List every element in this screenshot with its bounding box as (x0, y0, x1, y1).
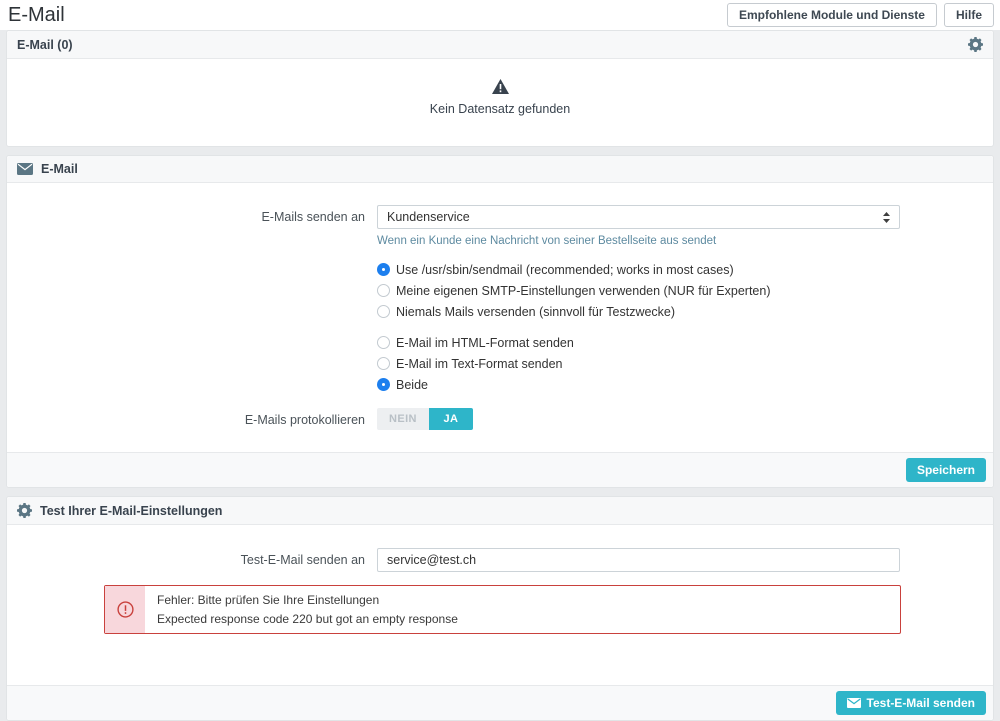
test-recipient-input[interactable] (377, 548, 900, 572)
error-line-2: Expected response code 220 but got an em… (157, 611, 458, 626)
radio-text-format[interactable]: E-Mail im Text-Format senden (377, 353, 900, 374)
error-line-1: Fehler: Bitte prüfen Sie Ihre Einstellun… (157, 593, 380, 607)
radio-label: Beide (396, 377, 428, 392)
sender-helper-text: Wenn ein Kunde eine Nachricht von seiner… (377, 235, 717, 247)
radio-label: Meine eigenen SMTP-Einstellungen verwend… (396, 283, 771, 298)
email-settings-footer: Speichern (7, 452, 993, 487)
radio-dot (377, 336, 390, 349)
radio-dot (377, 263, 390, 276)
test-settings-panel-header: Test Ihrer E-Mail-Einstellungen (7, 497, 993, 525)
recommended-modules-button[interactable]: Empfohlene Module und Dienste (726, 3, 937, 27)
radio-dot (377, 284, 390, 297)
sender-label: E-Mails senden an (261, 210, 365, 224)
radio-both-formats[interactable]: Beide (377, 374, 900, 395)
test-settings-panel-title: Test Ihrer E-Mail-Einstellungen (40, 503, 223, 518)
sender-select[interactable]: Kundenservice (377, 205, 900, 229)
logging-row: E-Mails protokollieren NEIN JA (7, 408, 993, 430)
email-settings-panel-title: E-Mail (41, 162, 78, 176)
topbar: E-Mail Empfohlene Module und Dienste Hil… (0, 0, 1000, 30)
radio-never-send[interactable]: Niemals Mails versenden (sinnvoll für Te… (377, 301, 900, 322)
radio-html-format[interactable]: E-Mail im HTML-Format senden (377, 332, 900, 353)
logging-toggle-off[interactable]: NEIN (377, 408, 429, 430)
email-settings-panel-header: E-Mail (7, 156, 993, 183)
logging-label: E-Mails protokollieren (244, 413, 365, 427)
test-recipient-label: Test-E-Mail senden an (240, 553, 365, 567)
error-message-text: Fehler: Bitte prüfen Sie Ihre Einstellun… (145, 586, 470, 633)
radio-dot (377, 378, 390, 391)
select-arrows-icon (883, 211, 890, 223)
radio-sendmail[interactable]: Use /usr/sbin/sendmail (recommended; wor… (377, 259, 900, 280)
email-list-panel: E-Mail (0) Kein Datensatz gefunden (6, 30, 994, 147)
envelope-icon (17, 163, 33, 175)
gear-icon[interactable] (968, 37, 983, 52)
email-list-panel-header: E-Mail (0) (7, 31, 993, 59)
empty-state-message: Kein Datensatz gefunden (429, 102, 571, 116)
format-radio-group: E-Mail im HTML-Format senden E-Mail im T… (377, 332, 900, 395)
send-test-email-button[interactable]: Test-E-Mail senden (835, 691, 986, 716)
topbar-buttons: Empfohlene Module und Dienste Hilfe (726, 3, 994, 27)
sender-row: E-Mails senden an Kundenservice Wenn ein… (7, 205, 993, 395)
error-icon-cell (105, 586, 145, 634)
help-button[interactable]: Hilfe (943, 3, 994, 27)
test-settings-form: Test-E-Mail senden an Fehler: Bitte prüf… (7, 525, 993, 663)
test-settings-panel: Test Ihrer E-Mail-Einstellungen Test-E-M… (6, 496, 994, 721)
email-list-panel-title: E-Mail (0) (17, 37, 73, 52)
error-message-box: Fehler: Bitte prüfen Sie Ihre Einstellun… (104, 585, 901, 635)
radio-label: Niemals Mails versenden (sinnvoll für Te… (396, 304, 676, 319)
logging-toggle: NEIN JA (377, 408, 473, 430)
radio-own-smtp[interactable]: Meine eigenen SMTP-Einstellungen verwend… (377, 280, 900, 301)
empty-state: Kein Datensatz gefunden (7, 59, 993, 146)
email-settings-panel: E-Mail E-Mails senden an Kundenservice W… (6, 155, 994, 488)
logging-toggle-on[interactable]: JA (428, 408, 473, 430)
save-button[interactable]: Speichern (905, 458, 986, 482)
test-settings-footer: Test-E-Mail senden (7, 685, 993, 721)
radio-dot (377, 305, 390, 318)
test-recipient-row: Test-E-Mail senden an (7, 548, 993, 572)
warning-triangle-icon (491, 79, 509, 94)
gear-icon (17, 503, 32, 518)
page-title: E-Mail (8, 3, 65, 26)
radio-label: Use /usr/sbin/sendmail (recommended; wor… (396, 262, 734, 277)
transport-radio-group: Use /usr/sbin/sendmail (recommended; wor… (377, 259, 900, 322)
error-exclamation-icon (116, 601, 134, 618)
radio-label: E-Mail im Text-Format senden (396, 356, 563, 371)
radio-label: E-Mail im HTML-Format senden (396, 335, 574, 350)
email-settings-form: E-Mails senden an Kundenservice Wenn ein… (7, 183, 993, 430)
radio-dot (377, 357, 390, 370)
send-test-email-label: Test-E-Mail senden (866, 696, 975, 711)
sender-select-value: Kundenservice (387, 210, 470, 224)
envelope-icon (846, 698, 861, 709)
